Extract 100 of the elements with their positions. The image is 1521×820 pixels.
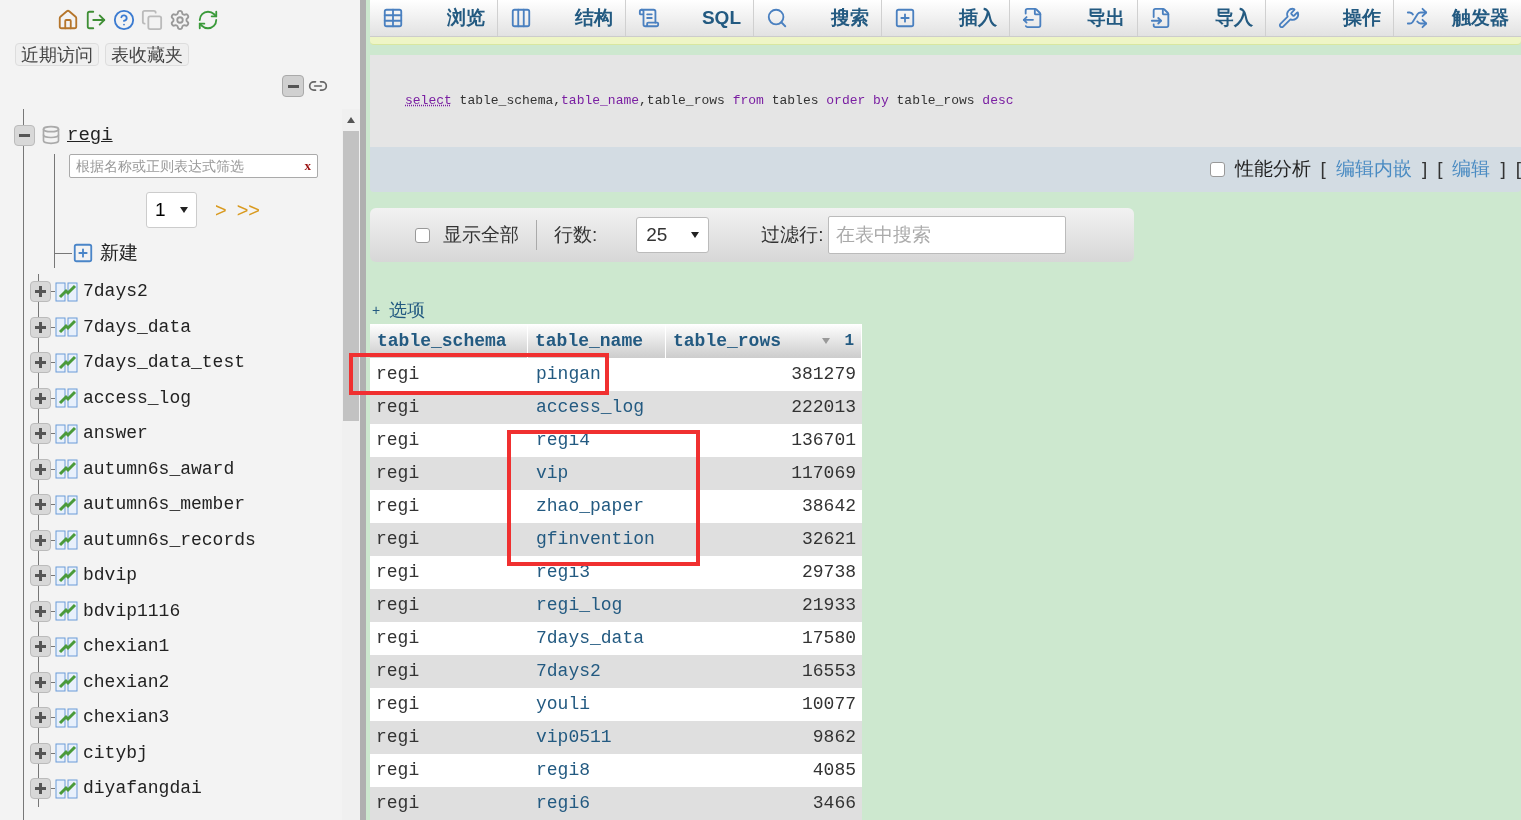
tree-toggle[interactable] — [30, 458, 51, 480]
columns-icon — [510, 7, 532, 29]
table-structure-icon — [55, 742, 79, 765]
sidebar-tab[interactable]: 近期访问 — [15, 43, 99, 66]
table-cell-text: regi6 — [536, 792, 590, 815]
table-cell-text: 10077 — [802, 693, 856, 716]
table-link[interactable]: autumn6s_award — [83, 455, 235, 483]
table-structure-icon — [55, 529, 79, 552]
table-icon — [382, 7, 404, 29]
sql-query: select table_schema,table_name,table_rows from tables order by table_rows desc — [405, 92, 1014, 111]
tree-toggle[interactable] — [30, 600, 51, 622]
tree-toggle[interactable] — [30, 494, 51, 516]
table-cell-text: 3466 — [812, 792, 856, 815]
reload-icon[interactable] — [196, 9, 219, 31]
bracket: [ — [1320, 157, 1326, 182]
database-icon — [41, 125, 61, 145]
tree-toggle[interactable] — [30, 529, 51, 551]
table-cell-text: 38642 — [802, 495, 856, 518]
table-cell-text: regi — [376, 594, 420, 617]
table-cell-text: access_log — [536, 396, 645, 419]
show-all-checkbox[interactable] — [415, 227, 430, 243]
table-link[interactable]: 7days_data — [83, 313, 192, 341]
table-link[interactable]: diyafangdai — [83, 775, 202, 803]
scroll-up-icon — [347, 117, 355, 123]
table-link[interactable]: chexian2 — [83, 668, 170, 696]
table-link[interactable]: citybj — [83, 739, 148, 767]
rows-label: 行数: — [554, 222, 598, 247]
table-cell-text: gfinvention — [536, 528, 655, 551]
table-link[interactable]: bdvip1116 — [83, 597, 181, 625]
tree-toggle[interactable] — [30, 387, 51, 409]
table-cell-text: 222013 — [791, 396, 856, 419]
table-cell-text: 9862 — [812, 726, 856, 749]
tree-toggle[interactable] — [30, 778, 51, 800]
scroll-icon — [638, 7, 660, 29]
tree-toggle[interactable] — [30, 636, 51, 658]
table-cell-text: regi — [376, 495, 420, 518]
toolbar-tab[interactable]: 导出 — [1010, 0, 1138, 36]
table-cell-text: regi4 — [536, 429, 590, 452]
table-cell-text: 117069 — [791, 462, 856, 485]
profiling-checkbox[interactable] — [1209, 162, 1225, 177]
collapse-all-icon[interactable] — [282, 75, 304, 97]
table-link[interactable]: 7days_data_test — [83, 349, 246, 377]
toolbar-tab[interactable]: 操作 — [1266, 0, 1394, 36]
options-link[interactable]: 选项 — [389, 296, 426, 324]
toolbar-tab[interactable]: 导入 — [1138, 0, 1266, 36]
settings-icon[interactable] — [168, 9, 191, 31]
toolbar-tab[interactable]: 插入 — [882, 0, 1010, 36]
table-filter-field[interactable]: 根据名称或正则表达式筛选 x — [69, 154, 318, 178]
toolbar-tab[interactable]: 浏览 — [370, 0, 498, 36]
database-link[interactable]: regi — [67, 120, 113, 150]
table-cell-text: pingan — [536, 363, 601, 386]
tree-toggle[interactable] — [30, 742, 51, 764]
table-structure-icon — [55, 458, 79, 481]
table-link[interactable]: chexian3 — [83, 704, 170, 732]
help-icon[interactable] — [112, 9, 135, 31]
tree-toggle[interactable] — [30, 352, 51, 374]
table-link[interactable]: answer — [83, 420, 148, 448]
table-cell-text: 29738 — [802, 561, 856, 584]
rows-select[interactable]: 25 — [636, 217, 710, 253]
home-icon[interactable] — [56, 9, 79, 31]
table-cell-text: regi3 — [536, 561, 590, 584]
filter-rows-field[interactable]: 在表中搜索 — [827, 216, 1066, 254]
table-link[interactable]: autumn6s_records — [83, 526, 256, 554]
table-cell-text: zhao_paper — [536, 495, 645, 518]
new-table-link[interactable]: 新建 — [100, 238, 138, 268]
table-cell-text: regi8 — [536, 759, 590, 782]
profiling-label: 性能分析 — [1234, 157, 1311, 182]
table-link[interactable]: 7days2 — [83, 278, 148, 306]
table-cell-text: regi — [376, 759, 420, 782]
toolbar-tab[interactable]: SQL — [626, 0, 754, 36]
tree-toggle[interactable] — [14, 124, 35, 146]
exit-door-icon[interactable] — [84, 9, 107, 31]
dropdown-arrow-icon — [180, 207, 188, 213]
toolbar-tab[interactable]: 搜索 — [754, 0, 882, 36]
table-link[interactable]: bdvip — [83, 562, 137, 590]
tree-toggle[interactable] — [30, 671, 51, 693]
plus-square-icon — [894, 7, 916, 29]
tree-toggle[interactable] — [30, 281, 51, 303]
bracket: [ — [1515, 157, 1521, 182]
table-cell-text: 21933 — [802, 594, 856, 617]
table-cell-text: regi — [376, 396, 420, 419]
table-cell-text: regi — [376, 693, 420, 716]
table-link[interactable]: access_log — [83, 384, 192, 412]
toolbar-tab[interactable]: 结构 — [498, 0, 626, 36]
table-cell-text: 17580 — [802, 627, 856, 650]
clear-filter-button[interactable]: x — [304, 156, 311, 176]
table-link[interactable]: chexian1 — [83, 633, 170, 661]
page-select[interactable]: 1 — [146, 192, 197, 228]
tree-toggle[interactable] — [30, 423, 51, 445]
new-table-icon[interactable] — [72, 242, 94, 264]
tree-toggle[interactable] — [30, 316, 51, 338]
table-cell-text: 381279 — [791, 363, 856, 386]
table-cell-text: 7days_data — [536, 627, 645, 650]
tree-toggle[interactable] — [30, 565, 51, 587]
toolbar-tab[interactable]: 触发器 — [1394, 0, 1521, 36]
table-structure-icon — [55, 316, 79, 339]
plus-sign[interactable]: + — [372, 299, 381, 321]
table-link[interactable]: autumn6s_member — [83, 491, 246, 519]
sidebar-tab[interactable]: 表收藏夹 — [105, 43, 189, 66]
tree-toggle[interactable] — [30, 707, 51, 729]
